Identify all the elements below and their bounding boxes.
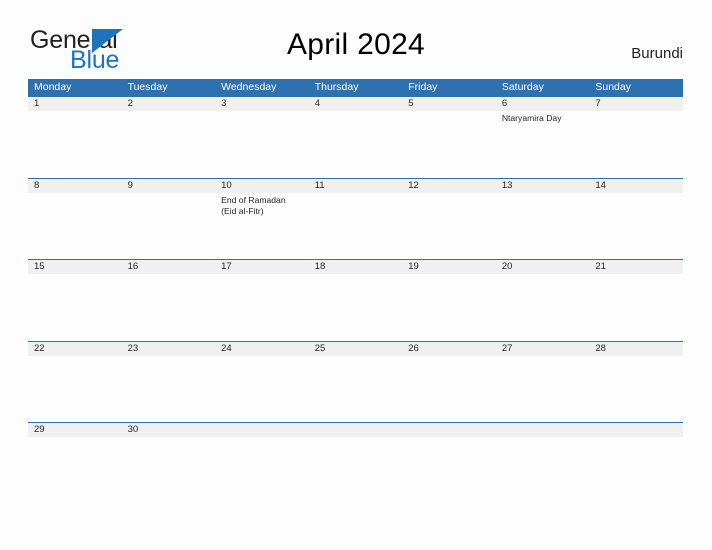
calendar-week-row: 29 30 — [28, 422, 683, 504]
day-number: 3 — [221, 98, 227, 109]
calendar-day-cell-empty — [215, 423, 309, 504]
day-number — [315, 423, 403, 437]
day-number — [502, 423, 590, 437]
weekday-header-monday: Monday — [34, 81, 72, 93]
day-number: 7 — [595, 98, 601, 109]
calendar-day-cell[interactable]: 16 — [122, 260, 216, 341]
calendar-day-cell[interactable]: 25 — [309, 342, 403, 423]
day-event-label: End of Ramadan — [221, 194, 286, 205]
calendar-weeks: 1 2 3 4 5 6 Ntaryamira Day 7 8 9 10 End of Ramadan(… — [28, 96, 683, 504]
calendar-day-cell[interactable]: 5 — [402, 97, 496, 178]
day-number: 21 — [595, 261, 606, 273]
day-number: 23 — [127, 342, 139, 354]
calendar-week-row: 1 2 3 4 5 6 Ntaryamira Day 7 — [28, 96, 683, 178]
day-number — [221, 423, 309, 437]
calendar-day-cell[interactable]: 2 — [122, 97, 216, 178]
day-number: 30 — [127, 424, 139, 436]
day-event-label: Ntaryamira Day — [501, 113, 562, 123]
calendar-day-cell[interactable]: 24 — [215, 342, 309, 423]
calendar-day-cell[interactable]: 7 — [589, 97, 683, 178]
day-number: 5 — [408, 98, 414, 109]
calendar-day-cell[interactable]: 15 — [28, 260, 122, 341]
calendar-week-row: 22 23 24 25 26 27 28 — [28, 340, 683, 423]
calendar-day-cell[interactable]: 21 — [589, 260, 683, 341]
calendar-day-cell[interactable]: 28 — [589, 342, 683, 423]
weekday-header-saturday: Saturday — [501, 81, 544, 93]
day-number: 27 — [501, 342, 513, 354]
day-number: 17 — [221, 261, 232, 273]
day-number: 18 — [314, 261, 326, 273]
page-title: April 2024 — [286, 28, 426, 61]
day-number: 8 — [34, 179, 40, 191]
weekday-header-friday: Friday — [408, 81, 438, 93]
day-number: 12 — [408, 179, 419, 191]
day-number: 11 — [314, 179, 325, 191]
weekday-header-row: Monday Tuesday Wednesday Thursday Friday Satu… — [28, 79, 683, 96]
day-number: 9 — [127, 179, 133, 191]
country-label: Burundi — [631, 45, 683, 62]
calendar-day-cell[interactable]: 30 — [122, 423, 216, 504]
day-number: 20 — [501, 261, 513, 273]
day-number: 15 — [34, 261, 45, 273]
calendar-day-cell[interactable]: 1 — [28, 97, 122, 178]
day-number: 22 — [34, 342, 45, 354]
calendar-day-cell[interactable]: 4 — [309, 97, 403, 178]
calendar-day-cell[interactable]: 27 — [496, 342, 590, 423]
calendar-day-cell[interactable]: 20 — [496, 260, 590, 341]
day-number: 24 — [221, 342, 232, 354]
day-number: 26 — [408, 342, 419, 354]
weekday-header-tuesday: Tuesday — [127, 81, 168, 93]
calendar-day-cell-empty — [589, 423, 683, 504]
calendar-day-cell[interactable]: 17 — [215, 260, 309, 341]
day-number: 2 — [127, 98, 133, 109]
calendar-day-cell-empty — [309, 423, 403, 504]
day-number: 1 — [34, 98, 40, 109]
calendar-day-cell[interactable]: 26 — [402, 342, 496, 423]
weekday-header-thursday: Thursday — [314, 81, 359, 93]
calendar-day-cell[interactable]: 18 — [309, 260, 403, 341]
day-number: 16 — [127, 261, 139, 273]
day-number: 19 — [408, 261, 419, 273]
calendar-day-cell[interactable]: 3 — [215, 97, 309, 178]
calendar-week-row: 15 16 17 18 19 20 21 — [28, 259, 683, 341]
calendar-day-cell[interactable]: 9 — [122, 179, 216, 260]
day-event-list: Ntaryamira Day — [502, 113, 590, 125]
calendar-day-cell[interactable]: 19 — [402, 260, 496, 341]
day-number: 4 — [314, 98, 320, 109]
calendar-day-cell[interactable]: 8 — [28, 179, 122, 260]
day-number — [595, 423, 683, 437]
day-number: 10 — [221, 179, 232, 191]
calendar-day-cell[interactable]: 23 — [122, 342, 216, 423]
calendar-table: Monday Tuesday Wednesday Thursday Friday Satu… — [28, 79, 683, 504]
calendar-day-cell[interactable]: 11 — [309, 179, 403, 260]
weekday-header-sunday: Sunday — [595, 81, 631, 93]
day-number: 14 — [595, 179, 606, 191]
day-number: 25 — [314, 342, 326, 354]
day-number: 29 — [34, 424, 45, 436]
calendar-day-cell[interactable]: 14 — [589, 179, 683, 260]
calendar-day-cell[interactable]: 29 — [28, 423, 122, 504]
calendar-day-cell-empty — [402, 423, 496, 504]
calendar-day-cell[interactable]: 6 Ntaryamira Day — [496, 97, 590, 178]
calendar-day-cell-empty — [496, 423, 590, 504]
page-header: General Blue April 2024 Burundi — [0, 0, 712, 79]
weekday-header-wednesday: Wednesday — [221, 81, 277, 93]
day-number: 6 — [501, 98, 508, 109]
day-event-list: End of Ramadan (Eid al-Fitr) — [221, 195, 309, 218]
day-number: 28 — [595, 342, 606, 354]
calendar-day-cell[interactable]: 12 — [402, 179, 496, 260]
calendar-day-cell[interactable]: 22 — [28, 342, 122, 423]
day-number: 13 — [501, 179, 513, 191]
calendar-day-cell[interactable]: 13 — [496, 179, 590, 260]
day-number — [408, 423, 496, 437]
day-event-label: (Eid al-Fitr) — [221, 206, 264, 217]
calendar-week-row: 8 9 10 End of Ramadan (Eid al-Fitr) 11 12 13 14 — [28, 177, 683, 260]
calendar-day-cell[interactable]: 10 End of Ramadan (Eid al-Fitr) — [215, 179, 309, 260]
